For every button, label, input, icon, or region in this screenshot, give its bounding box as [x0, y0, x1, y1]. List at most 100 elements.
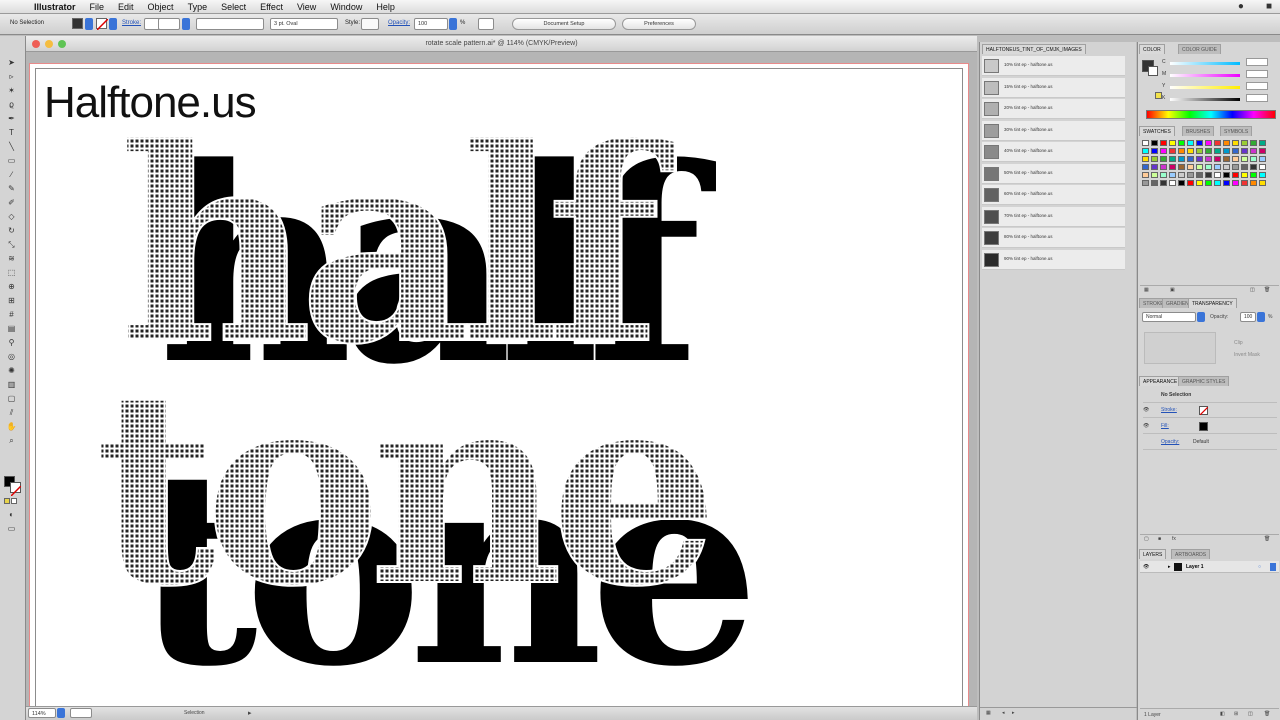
artboard-nav[interactable] [70, 708, 92, 718]
color-spectrum[interactable] [1146, 110, 1276, 119]
menu-window[interactable]: Window [330, 2, 362, 12]
color-swatch[interactable] [1241, 180, 1248, 186]
tab-brushes[interactable]: BRUSHES [1182, 126, 1215, 136]
appearance-stroke-link[interactable]: Stroke: [1161, 403, 1177, 418]
color-swatch[interactable] [1160, 156, 1167, 162]
color-swatch[interactable] [1259, 172, 1266, 178]
color-swatch[interactable] [1169, 156, 1176, 162]
fill-color-icon[interactable] [72, 18, 83, 29]
lasso-tool-icon[interactable]: ϱ [5, 100, 18, 110]
add-stroke-icon[interactable]: ▢ [1144, 536, 1149, 542]
color-stroke-icon[interactable] [1148, 66, 1158, 76]
color-swatch[interactable] [1259, 164, 1266, 170]
appearance-stroke-row[interactable]: 👁 Stroke: [1143, 403, 1277, 418]
zoom-input[interactable]: 114% [28, 708, 56, 718]
scale-tool-icon[interactable]: ⤡ [5, 240, 18, 250]
brush-select[interactable]: 3 pt. Oval [270, 18, 338, 30]
color-swatch[interactable] [1232, 172, 1239, 178]
color-swatch[interactable] [1187, 180, 1194, 186]
color-swatch[interactable] [1214, 148, 1221, 154]
color-swatch[interactable] [1151, 156, 1158, 162]
color-swatch[interactable] [1151, 164, 1158, 170]
color-swatch[interactable] [1205, 180, 1212, 186]
color-swatch[interactable] [1178, 148, 1185, 154]
color-swatch[interactable] [1205, 172, 1212, 178]
library-menu-icon[interactable]: ▦ [986, 710, 991, 716]
color-swatch[interactable] [1223, 172, 1230, 178]
stroke-visibility-eye-icon[interactable]: 👁 [1143, 403, 1149, 418]
color-swatch[interactable] [1160, 140, 1167, 146]
color-swatch[interactable] [1250, 180, 1257, 186]
color-swatch[interactable] [1160, 164, 1167, 170]
tab-artboards[interactable]: ARTBOARDS [1171, 549, 1211, 559]
draw-mode-icon[interactable]: ◐ [5, 510, 18, 520]
tint-row[interactable]: 10% tint ep - halftone.us [982, 56, 1125, 76]
tint-row[interactable]: 80% tint ep - halftone.us [982, 228, 1125, 248]
tint-row[interactable]: 70% tint ep - halftone.us [982, 206, 1125, 227]
color-swatch[interactable] [1187, 164, 1194, 170]
slice-tool-icon[interactable]: ⫽ [5, 408, 18, 418]
color-mode-icon[interactable] [4, 498, 10, 504]
color-swatch[interactable] [1232, 140, 1239, 146]
transparency-opacity-dropdown[interactable] [1257, 312, 1265, 322]
color-swatch[interactable] [1142, 180, 1149, 186]
tab-color-guide[interactable]: COLOR GUIDE [1178, 44, 1222, 54]
slider-m[interactable]: M [1162, 70, 1268, 79]
color-swatch[interactable] [1196, 172, 1203, 178]
color-swatch[interactable] [1223, 156, 1230, 162]
tint-row[interactable]: 30% tint ep - halftone.us [982, 120, 1125, 141]
color-swatch[interactable] [1142, 148, 1149, 154]
stroke-weight-input[interactable] [158, 18, 180, 30]
out-of-gamut-icon[interactable] [1155, 92, 1162, 99]
color-swatch[interactable] [1205, 156, 1212, 162]
direct-selection-tool-icon[interactable]: ▹ [5, 72, 18, 82]
clip-checkbox[interactable]: Clip [1234, 340, 1243, 346]
layer-expand-icon[interactable]: ▸ [1168, 561, 1171, 573]
tab-layers[interactable]: LAYERS [1139, 549, 1167, 559]
paintbrush-tool-icon[interactable]: ∕ [5, 170, 18, 180]
menu-file[interactable]: File [90, 2, 105, 12]
color-swatch[interactable] [1142, 140, 1149, 146]
tab-symbols[interactable]: SYMBOLS [1220, 126, 1253, 136]
tab-tint-library[interactable]: HALFTONEUS_TINT_OF_CMJK_IMAGES [982, 44, 1086, 54]
library-prev-icon[interactable]: ◂ [1002, 710, 1005, 716]
color-swatch[interactable] [1196, 164, 1203, 170]
color-swatch[interactable] [1223, 164, 1230, 170]
opacity-mask-thumbnail[interactable] [1144, 332, 1216, 364]
opacity-input[interactable]: 100 [414, 18, 448, 30]
add-effect-icon[interactable]: fx [1172, 536, 1176, 542]
color-swatch[interactable] [1178, 180, 1185, 186]
magic-wand-tool-icon[interactable]: ✶ [5, 86, 18, 96]
tint-row[interactable]: 15% tint ep - halftone.us [982, 77, 1125, 98]
color-swatch[interactable] [1160, 148, 1167, 154]
color-swatch[interactable] [1214, 172, 1221, 178]
color-swatch[interactable] [1160, 172, 1167, 178]
make-clipping-mask-icon[interactable]: ◧ [1220, 711, 1225, 717]
color-swatch[interactable] [1196, 156, 1203, 162]
tint-row[interactable]: 20% tint ep - halftone.us [982, 99, 1125, 119]
free-transform-tool-icon[interactable]: ⬚ [5, 268, 18, 278]
fill-visibility-eye-icon[interactable]: 👁 [1143, 419, 1149, 434]
color-swatch[interactable] [1232, 180, 1239, 186]
add-fill-icon[interactable]: ■ [1158, 536, 1161, 542]
slider-c[interactable]: C [1162, 58, 1268, 67]
appearance-opacity-row[interactable]: Opacity: Default [1143, 435, 1277, 450]
stroke-dropdown[interactable] [109, 18, 117, 30]
zoom-dropdown[interactable] [57, 708, 65, 718]
color-swatch[interactable] [1259, 156, 1266, 162]
slider-y[interactable]: Y [1162, 82, 1268, 91]
new-sublayer-icon[interactable]: ⊞ [1234, 711, 1238, 717]
color-swatch[interactable] [1250, 156, 1257, 162]
color-swatch[interactable] [1169, 148, 1176, 154]
layer-visibility-eye-icon[interactable]: 👁 [1143, 561, 1149, 573]
opacity-link[interactable]: Opacity: [388, 20, 410, 26]
color-swatch[interactable] [1187, 172, 1194, 178]
color-swatch[interactable] [1178, 172, 1185, 178]
menu-object[interactable]: Object [148, 2, 174, 12]
window-square-icon[interactable]: ■ [1266, 1, 1272, 12]
color-swatch[interactable] [1223, 148, 1230, 154]
new-swatch-icon[interactable]: ◫ [1250, 287, 1255, 293]
color-swatch[interactable] [1142, 156, 1149, 162]
close-window-icon[interactable] [32, 40, 40, 48]
delete-swatch-icon[interactable]: 🗑 [1264, 287, 1270, 293]
